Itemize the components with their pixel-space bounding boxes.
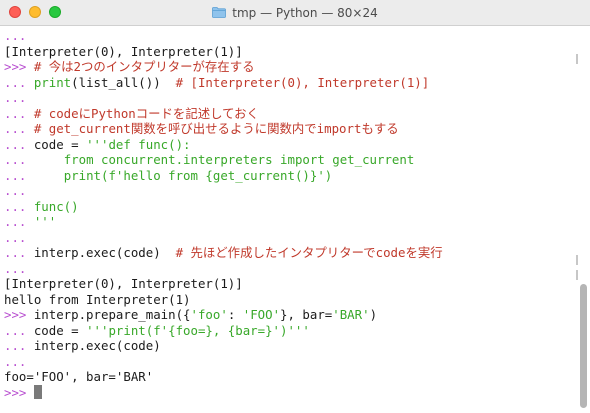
prompt-marker: ...	[4, 338, 34, 353]
scroll-marker	[576, 270, 578, 280]
code-text: }, bar=	[280, 307, 333, 322]
code-text: code =	[33, 136, 87, 152]
prompt-marker: ...	[4, 260, 27, 276]
text-cursor	[33, 384, 42, 399]
terminal-line: ... code = '''print(f'{foo=}, {bar=}')''…	[4, 323, 572, 339]
terminal-line: ... interp.exec(code) # 先ほど作成したインタプリターでc…	[4, 245, 572, 261]
terminal-line: ...	[4, 28, 572, 44]
terminal-output[interactable]: ... [Interpreter(0), Interpreter(1)] >>> #…	[4, 28, 572, 411]
code-text: 'BAR'	[332, 307, 370, 322]
code-text: '''print(f'{foo=}, {bar=}')'''	[86, 322, 310, 338]
code-text: code =	[33, 322, 87, 338]
prompt-marker: ...	[4, 353, 27, 369]
code-text: '''def func():	[86, 136, 191, 152]
prompt-marker: >>>	[4, 59, 34, 74]
prompt-marker: ...	[4, 90, 27, 105]
terminal-line: ... print(list_all()) # [Interpreter(0),…	[4, 75, 572, 91]
code-comment: # get_current関数を呼び出せるように関数内でimportもする	[33, 121, 399, 136]
code-text: foo='FOO', bar='BAR'	[4, 369, 154, 384]
terminal-line: ...	[4, 90, 572, 106]
code-text: hello from Interpreter(1)	[4, 291, 191, 307]
terminal-line: ... func()	[4, 199, 572, 215]
window-title-group: tmp — Python — 80×24	[0, 0, 590, 25]
code-text: 'foo'	[190, 307, 228, 322]
terminal-line: ... interp.exec(code)	[4, 338, 572, 354]
terminal-line: [Interpreter(0), Interpreter(1)]	[4, 276, 572, 292]
code-text: interp.exec(code)	[33, 245, 176, 260]
terminal-window: tmp — Python — 80×24 ... [Interpreter(0),…	[0, 0, 590, 413]
scroll-marker	[576, 54, 578, 64]
prompt-marker: ...	[4, 121, 34, 136]
prompt-marker: ...	[4, 183, 27, 198]
scrollbar-thumb[interactable]	[580, 284, 587, 408]
terminal-line: ... code = '''def func():	[4, 137, 572, 153]
terminal-line: >>>	[4, 384, 572, 401]
code-text: [Interpreter(0), Interpreter(1)]	[4, 276, 243, 291]
code-text: func()	[33, 198, 79, 214]
terminal-line: [Interpreter(0), Interpreter(1)]	[4, 44, 572, 60]
terminal-line: >>> interp.prepare_main({'foo': 'FOO'}, …	[4, 307, 572, 323]
code-text: (list_all())	[71, 74, 176, 90]
prompt-marker: ...	[4, 322, 34, 338]
terminal-line: ...	[4, 230, 572, 246]
terminal-line: >>> # 今は2つのインタプリターが存在する	[4, 59, 572, 75]
terminal-line: foo='FOO', bar='BAR'	[4, 369, 572, 385]
terminal-line: ... print(f'hello from {get_current()}')	[4, 168, 572, 184]
prompt-marker: ...	[4, 229, 27, 245]
title-bar: tmp — Python — 80×24	[0, 0, 590, 26]
terminal-line: ...	[4, 354, 572, 370]
prompt-marker: >>>	[4, 384, 34, 400]
code-text: print	[33, 74, 72, 90]
code-comment: # 今は2つのインタプリターが存在する	[33, 59, 255, 74]
terminal-line: ... from concurrent.interpreters import …	[4, 152, 572, 168]
folder-icon	[212, 7, 227, 18]
code-text: [Interpreter(0), Interpreter(1)]	[4, 43, 243, 59]
code-text: '''	[33, 214, 57, 229]
prompt-marker: ...	[4, 105, 34, 121]
prompt-marker: ...	[4, 245, 34, 260]
window-title: tmp — Python — 80×24	[232, 5, 378, 20]
prompt-marker: ...	[4, 167, 64, 183]
terminal-line: ... # codeにPythonコードを記述しておく	[4, 106, 572, 122]
code-text: from concurrent.interpreters import get_…	[63, 152, 415, 167]
prompt-marker: ...	[4, 214, 34, 229]
prompt-marker: ...	[4, 152, 64, 167]
prompt-marker: ...	[4, 198, 34, 214]
terminal-line: ... '''	[4, 214, 572, 230]
scroll-marker	[576, 255, 578, 265]
code-comment: # codeにPythonコードを記述しておく	[33, 105, 259, 121]
terminal-line: hello from Interpreter(1)	[4, 292, 572, 308]
terminal-line: ...	[4, 183, 572, 199]
code-text: )	[369, 307, 378, 322]
terminal-line: ...	[4, 261, 572, 277]
code-comment: # [Interpreter(0), Interpreter(1)]	[175, 74, 430, 90]
code-text: interp.exec(code)	[33, 338, 161, 353]
code-text: :	[227, 307, 243, 322]
prompt-marker: ...	[4, 28, 27, 43]
prompt-marker: >>>	[4, 307, 34, 322]
prompt-marker: ...	[4, 136, 34, 152]
terminal-line: ... # get_current関数を呼び出せるように関数内でimportもす…	[4, 121, 572, 137]
code-comment: # 先ほど作成したインタプリターでcodeを実行	[175, 245, 443, 260]
code-text: interp.prepare_main({	[33, 307, 191, 322]
code-text: 'FOO'	[242, 307, 281, 322]
prompt-marker: ...	[4, 74, 34, 90]
code-text: print(f'hello from {get_current()}')	[63, 167, 333, 183]
